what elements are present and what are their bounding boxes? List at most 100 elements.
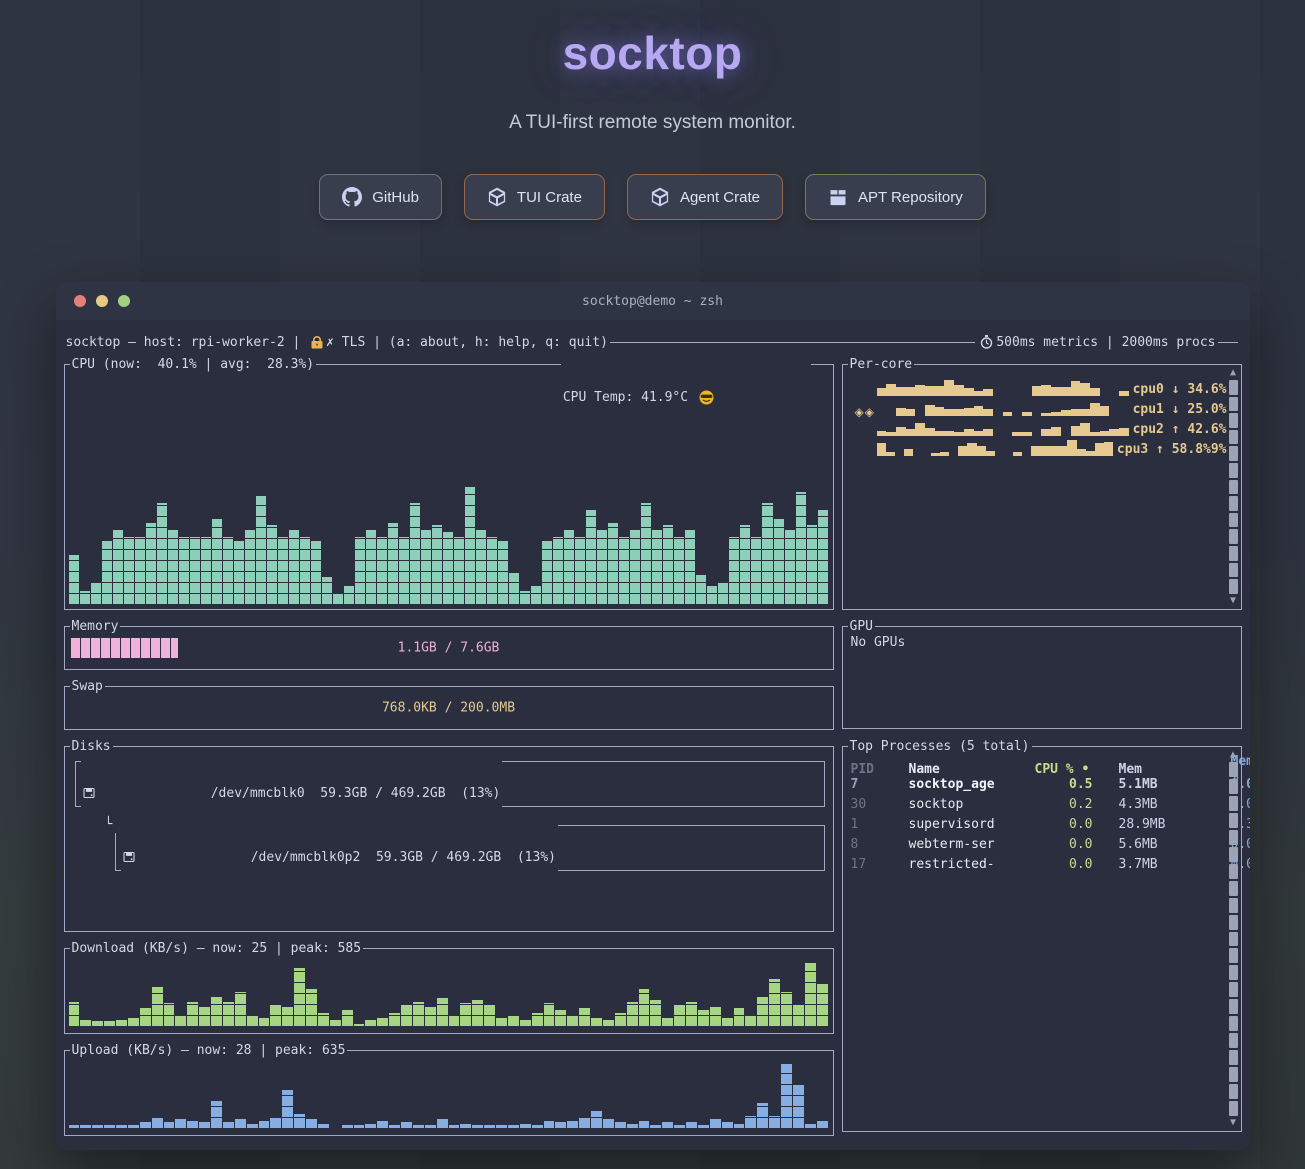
scrollbar-thumb-block[interactable] (1229, 563, 1238, 578)
bar (116, 1020, 127, 1027)
mem-cell: 5.6MB (1119, 837, 1231, 852)
scrollbar-thumb-block[interactable] (1229, 864, 1238, 879)
github-button[interactable]: GitHub (319, 174, 442, 220)
scrollbar-thumb-block[interactable] (1229, 813, 1238, 828)
bar (967, 443, 976, 457)
tui-crate-button[interactable]: TUI Crate (464, 174, 605, 220)
apt-repository-button[interactable]: APT Repository (805, 174, 986, 220)
bar (774, 519, 784, 605)
scrollbar-thumb-block[interactable] (1229, 496, 1238, 511)
scrollbar-thumb-block[interactable] (1229, 1084, 1238, 1099)
processes-scrollbar[interactable]: ▲▼ (1228, 749, 1239, 1129)
process-row-webterm-ser[interactable]: 8webterm-ser0.05.6MB0.07% (843, 834, 1241, 854)
scrollbar-thumb-block[interactable] (1229, 513, 1238, 528)
scrollbar-thumb-block[interactable] (1229, 830, 1238, 845)
disk-mmcblk0p2-title: └ /dev/mmcblk0p2 59.3GB / 469.2GB (13%) (121, 817, 558, 897)
scrollbar-thumb-block[interactable] (1229, 446, 1238, 461)
bar (113, 530, 123, 604)
scroll-up-icon[interactable]: ▲ (1230, 367, 1236, 379)
scrollbar-thumb-block[interactable] (1229, 413, 1238, 428)
bar (555, 1010, 566, 1026)
scrollbar-thumb-block[interactable] (1229, 463, 1238, 478)
agent-crate-button[interactable]: Agent Crate (627, 174, 783, 220)
scrollbar-thumb-block[interactable] (1229, 779, 1238, 794)
bar (944, 431, 954, 436)
scrollbar-thumb-block[interactable] (1229, 898, 1238, 913)
bar (365, 1020, 376, 1027)
scrollbar-thumb-block[interactable] (1229, 397, 1238, 412)
process-row-socktop_age[interactable]: 7socktop_age0.55.1MB0.07% (843, 774, 1241, 794)
scrollbar-thumb-block[interactable] (1229, 1067, 1238, 1082)
download-panel: Download (KB/s) — now: 25 | peak: 585 (64, 948, 834, 1034)
bar (662, 1122, 673, 1128)
bar (1032, 386, 1042, 396)
disks-panel: Disks /dev/mmcblk0 59.3GB / 469.2GB (13%… (64, 746, 834, 932)
bar (270, 1005, 281, 1026)
scroll-down-icon[interactable]: ▼ (1230, 595, 1236, 607)
scrollbar-thumb-block[interactable] (1229, 762, 1238, 777)
bar (1041, 429, 1051, 436)
page-title: socktop (0, 26, 1305, 80)
scroll-down-icon[interactable]: ▼ (1230, 1117, 1236, 1129)
scrollbar-thumb-block[interactable] (1229, 965, 1238, 980)
column-header-name[interactable]: Name (909, 762, 1035, 777)
processes-panel-title: Top Processes (5 total) (848, 738, 1032, 755)
bar (1061, 410, 1071, 416)
percore-scrollbar[interactable]: ▲▼ (1228, 367, 1239, 607)
bar (472, 1125, 483, 1128)
scrollbar-thumb-block[interactable] (1229, 847, 1238, 862)
bar (1090, 432, 1100, 437)
scrollbar-thumb-block[interactable] (1229, 999, 1238, 1014)
scrollbar-thumb-block[interactable] (1229, 932, 1238, 947)
bar (974, 431, 984, 436)
scrollbar-thumb-block[interactable] (1229, 915, 1238, 930)
bar (579, 1118, 590, 1128)
bar (354, 1024, 365, 1026)
bar (805, 1124, 816, 1128)
cpu-panel: CPU (now: 40.1% | avg: 28.3%) CPU Temp: … (64, 364, 834, 610)
bar (793, 1085, 804, 1128)
bar (751, 537, 761, 605)
bar (686, 1122, 697, 1128)
scroll-up-icon[interactable]: ▲ (1230, 749, 1236, 761)
cpu1-sparkline (877, 398, 1129, 416)
column-header-cpu[interactable]: CPU % • (1035, 762, 1119, 777)
bar (164, 1122, 175, 1128)
disk-mmcblk0p2-text: /dev/mmcblk0p2 59.3GB / 469.2GB (13%) (251, 849, 556, 866)
scrollbar-thumb-block[interactable] (1229, 881, 1238, 896)
scrollbar-thumb-block[interactable] (1229, 1016, 1238, 1031)
bar (152, 987, 163, 1026)
bar (544, 1003, 555, 1026)
scrollbar-thumb-block[interactable] (1229, 380, 1238, 395)
scrollbar-thumb-block[interactable] (1229, 546, 1238, 561)
scrollbar-thumb-block[interactable] (1229, 796, 1238, 811)
process-row-supervisord[interactable]: 1supervisord0.028.9MB0.37% (843, 814, 1241, 834)
scrollbar-thumb-block[interactable] (1229, 480, 1238, 495)
bar (954, 432, 964, 437)
process-row-socktop[interactable]: 30socktop0.24.3MB0.05% (843, 794, 1241, 814)
cpu2-usage-label: cpu2 ↑ 42.6% (1133, 422, 1227, 437)
scrollbar-thumb-block[interactable] (1229, 1050, 1238, 1065)
bar (437, 998, 448, 1026)
scrollbar-thumb-block[interactable] (1229, 529, 1238, 544)
bar (650, 1125, 661, 1128)
scrollbar-thumb-block[interactable] (1229, 948, 1238, 963)
process-row-restricted-[interactable]: 17restricted-0.03.7MB0.05% (843, 854, 1241, 874)
bar (757, 1103, 768, 1128)
bar (1077, 449, 1086, 456)
bar (116, 1125, 127, 1128)
scrollbar-thumb-block[interactable] (1229, 1101, 1238, 1116)
bar (175, 1016, 186, 1026)
bar (597, 530, 607, 604)
scrollbar-thumb-block[interactable] (1229, 430, 1238, 445)
column-header-mem[interactable]: Mem (1119, 762, 1231, 777)
scrollbar-thumb-block[interactable] (1229, 1033, 1238, 1048)
cpu0-sparkline (877, 378, 1129, 396)
column-header-pid[interactable]: PID (851, 762, 909, 777)
bar (245, 530, 255, 604)
bar (1071, 381, 1081, 396)
swap-panel-title: Swap (70, 678, 105, 695)
bar (157, 503, 167, 604)
scrollbar-thumb-block[interactable] (1229, 579, 1238, 594)
scrollbar-thumb-block[interactable] (1229, 982, 1238, 997)
